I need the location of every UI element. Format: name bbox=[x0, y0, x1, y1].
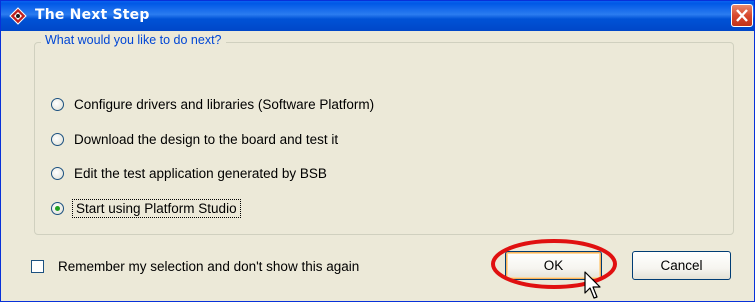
option-label: Configure drivers and libraries (Softwar… bbox=[74, 96, 375, 112]
radio-button[interactable] bbox=[51, 97, 64, 111]
window-title: The Next Step bbox=[35, 7, 150, 23]
option-label: Download the design to the board and tes… bbox=[74, 131, 339, 147]
group-legend: What would you like to do next? bbox=[41, 33, 226, 47]
remember-label: Remember my selection and don't show thi… bbox=[58, 258, 360, 274]
remember-checkbox[interactable] bbox=[31, 259, 44, 273]
radio-button[interactable] bbox=[51, 166, 64, 180]
cancel-button[interactable]: Cancel bbox=[632, 251, 731, 280]
radio-button-selected[interactable] bbox=[51, 201, 64, 215]
option-label: Start using Platform Studio bbox=[72, 198, 241, 218]
option-edit-test-app[interactable]: Edit the test application generated by B… bbox=[51, 163, 327, 183]
option-label: Edit the test application generated by B… bbox=[74, 165, 327, 181]
dialog-window: The Next Step What would you like to do … bbox=[0, 0, 755, 302]
radio-button[interactable] bbox=[51, 132, 64, 146]
close-icon bbox=[736, 9, 748, 22]
title-bar[interactable]: The Next Step bbox=[1, 1, 754, 31]
option-configure-drivers[interactable]: Configure drivers and libraries (Softwar… bbox=[51, 94, 374, 114]
remember-selection[interactable]: Remember my selection and don't show thi… bbox=[31, 256, 359, 276]
ok-button[interactable]: OK bbox=[505, 251, 602, 280]
option-start-platform-studio[interactable]: Start using Platform Studio bbox=[51, 198, 241, 218]
close-button[interactable] bbox=[731, 4, 753, 27]
xilinx-logo-icon bbox=[9, 7, 27, 25]
option-download-design[interactable]: Download the design to the board and tes… bbox=[51, 129, 338, 149]
